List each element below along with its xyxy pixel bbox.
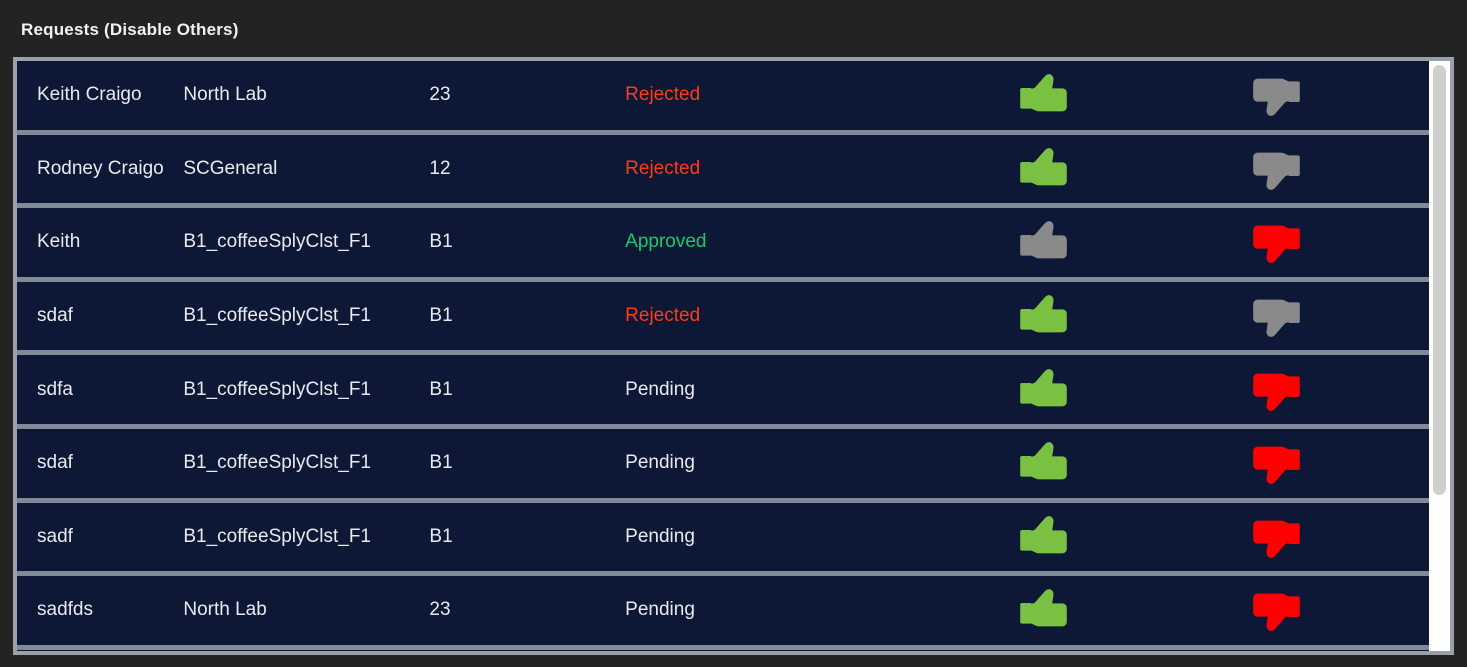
thumbs-up-icon [1020, 219, 1068, 265]
cell-resource: North Lab [183, 599, 267, 621]
thumbs-up-icon[interactable] [1020, 72, 1068, 118]
cell-resource: B1_coffeeSplyClst_F1 [183, 525, 371, 547]
cell-requester: sdfa [37, 378, 73, 400]
vertical-scrollbar[interactable] [1429, 61, 1450, 651]
cell-requester: Rodney Craigo [37, 157, 164, 179]
status-badge: Approved [625, 231, 707, 253]
thumbs-down-icon[interactable] [1252, 514, 1301, 560]
cell-code: 12 [429, 157, 451, 179]
cell-requester: Keith Craigo [37, 84, 142, 106]
status-badge: Pending [625, 378, 695, 400]
status-badge: Rejected [625, 157, 701, 179]
cell-requester: sadfds [37, 599, 93, 621]
table-row: sdaf B1_coffeeSplyClst_F1 B1 Rejected [17, 281, 1437, 356]
thumbs-up-icon[interactable] [1020, 514, 1068, 560]
cell-requester: sdaf [37, 452, 73, 474]
reject-button[interactable] [1204, 440, 1437, 486]
approve-button[interactable] [972, 72, 1205, 118]
cell-code: B1 [429, 525, 453, 547]
cell-requester: Keith [37, 231, 81, 253]
table-row: Keith Craigo North Lab 23 Rejected [17, 61, 1437, 135]
cell-resource: B1_coffeeSplyClst_F1 [183, 452, 371, 474]
thumbs-down-icon [1252, 146, 1301, 192]
thumbs-down-icon[interactable] [1252, 367, 1301, 413]
cell-resource: B1_coffeeSplyClst_F1 [183, 231, 371, 253]
requests-list-frame: Keith Craigo North Lab 23 Rejected Rodney Cr… [13, 57, 1454, 655]
requests-page: Requests (Disable Others) Keith Craigo No… [0, 0, 1467, 667]
approve-button[interactable] [972, 587, 1205, 633]
table-row: Rodney Craigo SCGeneral 12 Rejected [17, 134, 1437, 209]
status-badge: Pending [625, 525, 695, 547]
cell-resource: B1_coffeeSplyClst_F1 [183, 378, 371, 400]
cell-code: 23 [429, 84, 451, 106]
cell-requester: sdaf [37, 305, 73, 327]
thumbs-down-icon[interactable] [1252, 219, 1301, 265]
cell-resource: SCGeneral [183, 157, 278, 179]
thumbs-up-icon[interactable] [1020, 367, 1068, 413]
reject-button[interactable] [1204, 514, 1437, 560]
approve-button[interactable] [972, 367, 1205, 413]
status-badge: Rejected [625, 84, 701, 106]
thumbs-up-icon[interactable] [1020, 440, 1068, 486]
thumbs-down-icon[interactable] [1252, 440, 1301, 486]
reject-button[interactable] [1204, 367, 1437, 413]
table-row: sadfds North Lab 23 Pending [17, 576, 1437, 650]
cell-requester: sadf [37, 525, 73, 547]
cell-resource: North Lab [183, 84, 267, 106]
thumbs-down-icon [1252, 293, 1301, 339]
cell-code: B1 [429, 452, 453, 474]
table-row: sadf B1_coffeeSplyClst_F1 B1 Pending [17, 502, 1437, 577]
status-badge: Pending [625, 452, 695, 474]
status-badge: Rejected [625, 305, 701, 327]
approve-button [972, 219, 1205, 265]
cell-code: 23 [429, 599, 451, 621]
thumbs-down-icon [1252, 72, 1301, 118]
reject-button[interactable] [1204, 587, 1437, 633]
reject-button[interactable] [1204, 219, 1437, 265]
table-row: sdfa B1_coffeeSplyClst_F1 B1 Pending [17, 355, 1437, 429]
approve-button[interactable] [972, 440, 1205, 486]
requests-table: Keith Craigo North Lab 23 Rejected Rodney Cr… [17, 61, 1437, 651]
page-title: Requests (Disable Others) [21, 20, 239, 39]
reject-button [1204, 146, 1437, 192]
cell-code: B1 [429, 231, 453, 253]
reject-button [1204, 72, 1437, 118]
approve-button[interactable] [972, 146, 1205, 192]
thumbs-down-icon[interactable] [1252, 587, 1301, 633]
cell-code: B1 [429, 378, 453, 400]
status-badge: Pending [625, 599, 695, 621]
table-row: Keith B1_coffeeSplyClst_F1 B1 Approved [17, 208, 1437, 282]
thumbs-up-icon[interactable] [1020, 293, 1068, 339]
scrollbar-thumb[interactable] [1433, 65, 1446, 495]
cell-code: B1 [429, 305, 453, 327]
thumbs-up-icon[interactable] [1020, 587, 1068, 633]
table-row: sdaf B1_coffeeSplyClst_F1 B1 Pending [17, 428, 1437, 503]
reject-button [1204, 293, 1437, 339]
approve-button[interactable] [972, 293, 1205, 339]
cell-resource: B1_coffeeSplyClst_F1 [183, 305, 371, 327]
approve-button[interactable] [972, 514, 1205, 560]
thumbs-up-icon[interactable] [1020, 146, 1068, 192]
